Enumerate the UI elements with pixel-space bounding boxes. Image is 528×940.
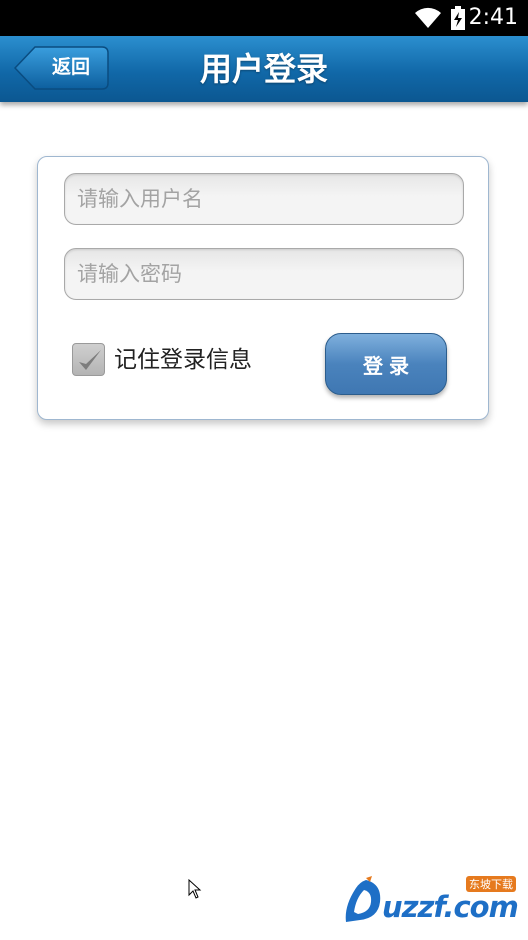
status-time: 2:41 xyxy=(468,5,518,30)
password-input[interactable] xyxy=(64,248,464,300)
watermark-logo-icon xyxy=(345,876,381,922)
title-bar: 用户登录 返回 xyxy=(0,36,528,102)
remember-checkbox[interactable] xyxy=(72,343,105,376)
remember-label: 记住登录信息 xyxy=(114,347,252,373)
checkmark-icon xyxy=(79,350,101,370)
battery-charging-icon xyxy=(451,6,465,30)
login-card: 记住登录信息 登录 xyxy=(37,156,489,420)
wifi-icon xyxy=(415,7,441,29)
login-button[interactable]: 登录 xyxy=(325,333,447,395)
watermark-text: uzzf.com xyxy=(382,890,519,924)
username-input[interactable] xyxy=(64,173,464,225)
back-button[interactable]: 返回 xyxy=(14,46,109,90)
remember-login-toggle[interactable]: 记住登录信息 xyxy=(72,343,292,377)
status-bar: 2:41 xyxy=(0,0,528,36)
back-button-label: 返回 xyxy=(51,57,90,78)
watermark: 东坡下载 uzzf.com xyxy=(342,876,522,926)
mouse-pointer-icon xyxy=(188,879,202,899)
